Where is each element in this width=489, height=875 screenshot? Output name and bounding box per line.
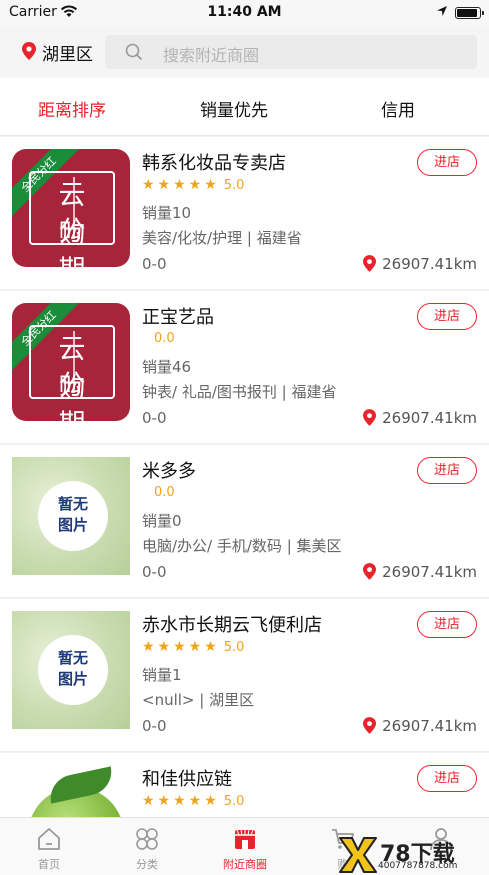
current-location[interactable]: 湖里区 xyxy=(42,40,93,65)
store-item[interactable]: 和佳供应链 ★★★★★ 5.0 进店 xyxy=(0,753,489,817)
distance-pin-icon xyxy=(363,255,377,276)
rating-score: 5.0 xyxy=(223,178,245,193)
tabbar-label: 首页 xyxy=(38,858,60,871)
store-rating: 0.0 xyxy=(150,485,175,500)
watermark-logo-icon xyxy=(338,836,378,874)
nearby-shop-icon xyxy=(232,826,258,852)
store-name[interactable]: 米多多 xyxy=(142,457,196,483)
store-thumbnail[interactable]: 全民分红 云购 分期 xyxy=(12,303,130,421)
rating-score: 5.0 xyxy=(223,794,245,809)
enter-store-button[interactable]: 进店 xyxy=(417,149,477,176)
tabbar-item-category[interactable]: 分类 xyxy=(98,818,196,875)
enter-store-button[interactable]: 进店 xyxy=(417,303,477,330)
header: 湖里区 搜索附近商圈 xyxy=(0,26,489,78)
distance-pin-icon xyxy=(363,409,377,430)
store-item[interactable]: 暂无 图片 赤水市长期云飞便利店 ★★★★★ 5.0 销量1 <null> | 湖… xyxy=(0,599,489,752)
store-rating: ★★★★★ 5.0 xyxy=(142,177,244,193)
store-distance: 26907.41km xyxy=(363,255,477,276)
tab-distance-sort[interactable]: 距离排序 xyxy=(38,96,106,121)
store-hours: 0-0 xyxy=(142,563,167,581)
search-input[interactable]: 搜索附近商圈 xyxy=(105,35,477,69)
watermark-url: 4007787878.com xyxy=(378,861,458,871)
store-category: 美容/化妆/护理 | 福建省 xyxy=(142,229,302,247)
battery-icon xyxy=(455,7,484,19)
store-rating: ★★★★★ 5.0 xyxy=(142,793,244,809)
distance-value: 26907.41km xyxy=(382,255,477,273)
distance-value: 26907.41km xyxy=(382,409,477,427)
store-thumbnail[interactable]: 暂无 图片 xyxy=(12,457,130,575)
store-category: <null> | 湖里区 xyxy=(142,691,255,709)
location-pin-icon[interactable] xyxy=(22,42,36,64)
store-item[interactable]: 全民分红 云购 分期 韩系化妆品专卖店 ★★★★★5.0 销量10 美容/化妆/… xyxy=(0,137,489,290)
star-rating-icon: ★★★★★ xyxy=(142,639,220,655)
search-icon xyxy=(125,43,143,65)
tabbar-label: 分类 xyxy=(136,858,158,871)
tab-sales-priority[interactable]: 销量优先 xyxy=(200,96,268,121)
tabbar-item-home[interactable]: 首页 xyxy=(0,818,98,875)
search-placeholder: 搜索附近商圈 xyxy=(163,46,260,65)
store-distance: 26907.41km xyxy=(363,717,477,738)
store-item[interactable]: 暂无 图片 米多多 0.0 销量0 电脑/办公/ 手机/数码 | 集美区 0-0… xyxy=(0,445,489,598)
tabbar-item-nearby[interactable]: 附近商圈 xyxy=(196,818,294,875)
watermark: 78下载 4007787878.com xyxy=(338,836,486,874)
distance-pin-icon xyxy=(363,717,377,738)
tab-credit[interactable]: 信用 xyxy=(381,96,415,121)
distance-pin-icon xyxy=(363,563,377,584)
store-sales: 销量46 xyxy=(142,358,192,376)
no-image-line1: 暂无 xyxy=(57,649,88,667)
store-list[interactable]: 全民分红 云购 分期 韩系化妆品专卖店 ★★★★★5.0 销量10 美容/化妆/… xyxy=(0,137,489,817)
store-item[interactable]: 全民分红 云购 分期 正宝艺品 0.0 销量46 钟表/ 礼品/图书报刊 | 福… xyxy=(0,291,489,444)
no-image-label: 暂无 图片 xyxy=(38,494,108,536)
store-name[interactable]: 和佳供应链 xyxy=(142,765,232,791)
store-sales: 销量10 xyxy=(142,204,192,222)
rating-score: 5.0 xyxy=(223,640,245,655)
star-rating-icon: ★★★★★ xyxy=(142,793,220,809)
store-hours: 0-0 xyxy=(142,255,167,273)
store-category: 钟表/ 礼品/图书报刊 | 福建省 xyxy=(142,383,337,401)
rating-score: 0.0 xyxy=(154,331,175,346)
store-rating: 0.0 xyxy=(150,331,175,346)
tabbar-label: 附近商圈 xyxy=(223,858,267,871)
store-category: 电脑/办公/ 手机/数码 | 集美区 xyxy=(142,537,342,555)
store-thumbnail[interactable] xyxy=(12,765,130,817)
distance-value: 26907.41km xyxy=(382,717,477,735)
store-thumbnail[interactable]: 暂无 图片 xyxy=(12,611,130,729)
location-arrow-icon xyxy=(436,5,448,20)
clock: 11:40 AM xyxy=(207,4,282,20)
enter-store-button[interactable]: 进店 xyxy=(417,765,477,792)
home-icon xyxy=(36,826,62,852)
enter-store-button[interactable]: 进店 xyxy=(417,611,477,638)
store-sales: 销量0 xyxy=(142,512,182,530)
no-image-line2: 图片 xyxy=(57,516,88,534)
thumbnail-text-line2: 分期 xyxy=(58,216,102,267)
store-distance: 26907.41km xyxy=(363,563,477,584)
rating-score: 0.0 xyxy=(154,485,175,500)
store-hours: 0-0 xyxy=(142,409,167,427)
status-bar: Carrier 11:40 AM xyxy=(0,0,489,26)
store-hours: 0-0 xyxy=(142,717,167,735)
store-sales: 销量1 xyxy=(142,666,182,684)
store-name[interactable]: 正宝艺品 xyxy=(142,303,214,329)
no-image-line1: 暂无 xyxy=(57,495,88,513)
sort-tabs: 距离排序 销量优先 信用 xyxy=(0,78,489,136)
category-icon xyxy=(134,826,160,852)
distance-value: 26907.41km xyxy=(382,563,477,581)
star-rating-icon: ★★★★★ xyxy=(142,177,220,193)
no-image-line2: 图片 xyxy=(57,670,88,688)
thumbnail-text-line2: 分期 xyxy=(58,370,102,421)
store-name[interactable]: 赤水市长期云飞便利店 xyxy=(142,611,322,637)
store-distance: 26907.41km xyxy=(363,409,477,430)
no-image-label: 暂无 图片 xyxy=(38,648,108,690)
store-name[interactable]: 韩系化妆品专卖店 xyxy=(142,149,286,175)
store-thumbnail[interactable]: 全民分红 云购 分期 xyxy=(12,149,130,267)
enter-store-button[interactable]: 进店 xyxy=(417,457,477,484)
store-rating: ★★★★★ 5.0 xyxy=(142,639,244,655)
